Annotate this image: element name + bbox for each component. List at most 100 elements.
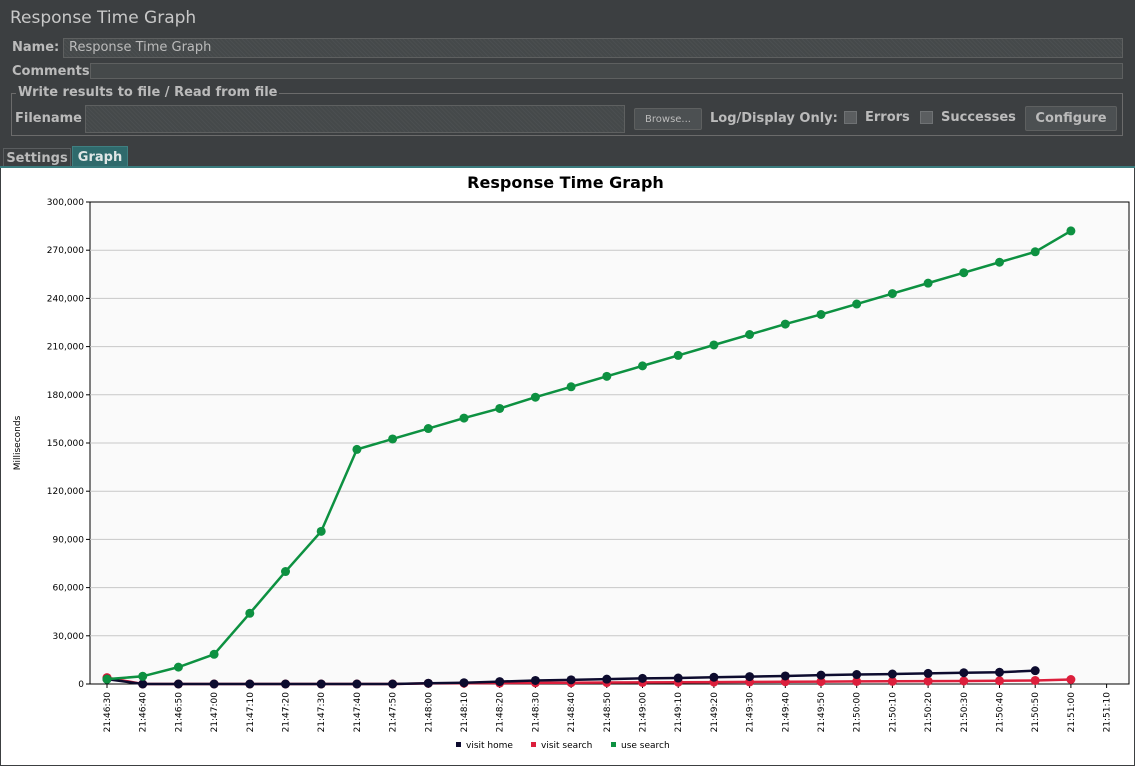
browse-button[interactable]: Browse... <box>634 108 702 130</box>
y-tick-label: 240,000 <box>47 294 84 304</box>
errors-checkbox[interactable]: Errors <box>844 110 910 125</box>
x-tick-label: 21:49:30 <box>746 692 756 733</box>
x-tick-label: 21:46:50 <box>174 692 184 733</box>
data-point-visit-home <box>495 677 505 687</box>
data-point-use-search <box>673 350 683 360</box>
comments-input[interactable] <box>90 63 1123 79</box>
legend-label-use-search: use search <box>621 741 670 751</box>
data-point-visit-home <box>352 679 362 689</box>
y-tick-label: 30,000 <box>53 632 85 642</box>
data-point-use-search <box>887 289 897 299</box>
data-point-use-search <box>709 340 719 350</box>
y-tick-label: 270,000 <box>47 246 84 256</box>
graph-panel: Response Time Graph 0 30,000 60,000 90,000 12… <box>1 168 1134 765</box>
x-tick-label: 21:46:30 <box>103 692 113 733</box>
name-label: Name: <box>12 40 60 55</box>
errors-label: Errors <box>865 110 910 125</box>
x-tick-label: 21:47:50 <box>389 692 399 733</box>
data-point-visit-home <box>138 679 148 689</box>
legend-swatch-visit-home <box>456 742 461 747</box>
x-tick-label: 21:51:00 <box>1067 692 1077 733</box>
data-point-visit-home <box>923 668 933 678</box>
tab-settings[interactable]: Settings <box>3 148 71 167</box>
data-point-visit-search <box>1030 675 1040 685</box>
data-point-visit-search <box>959 676 969 686</box>
response-time-chart: Response Time Graph 0 30,000 60,000 90,000 12… <box>13 173 1130 751</box>
x-tick-label: 21:46:40 <box>139 692 149 733</box>
data-point-visit-home <box>459 678 469 688</box>
data-point-use-search <box>959 268 969 278</box>
data-point-visit-home <box>709 672 719 682</box>
data-point-visit-home <box>852 670 862 680</box>
data-point-use-search <box>602 371 612 381</box>
x-tick-label: 21:47:00 <box>210 692 220 733</box>
name-input[interactable]: Response Time Graph <box>63 38 1123 58</box>
data-point-use-search <box>780 319 790 329</box>
data-point-visit-home <box>388 679 398 689</box>
data-point-use-search <box>281 567 290 577</box>
data-point-use-search <box>1066 226 1076 236</box>
configure-button[interactable]: Configure <box>1025 106 1117 131</box>
x-tick-label: 21:50:50 <box>1031 692 1041 733</box>
successes-checkbox-box[interactable] <box>920 111 933 124</box>
data-point-use-search <box>209 649 219 659</box>
data-point-visit-home <box>281 679 290 689</box>
successes-label: Successes <box>941 110 1016 125</box>
x-tick-label: 21:51:10 <box>1103 692 1113 733</box>
x-tick-label: 21:49:10 <box>674 692 684 733</box>
x-tick-label: 21:47:30 <box>317 692 327 733</box>
data-point-use-search <box>530 392 540 402</box>
x-tick-label: 21:47:40 <box>353 692 363 733</box>
y-tick-label: 210,000 <box>47 343 84 353</box>
y-tick-label: 180,000 <box>47 391 84 401</box>
filename-label: Filename <box>15 111 82 126</box>
data-point-visit-home <box>995 667 1004 677</box>
x-tick-label: 21:49:50 <box>817 692 827 733</box>
data-point-use-search <box>745 330 755 340</box>
x-tick-label: 21:49:40 <box>781 692 791 733</box>
data-point-visit-home <box>780 671 790 681</box>
data-point-visit-search <box>995 676 1004 686</box>
data-point-visit-home <box>245 679 255 689</box>
x-tick-label: 21:48:20 <box>496 692 506 733</box>
legend-swatch-use-search <box>611 742 616 747</box>
file-group-title: Write results to file / Read from file <box>16 85 280 100</box>
legend-label-visit-search: visit search <box>541 741 592 751</box>
x-tick-label: 21:48:10 <box>460 692 470 733</box>
comments-label: Comments: <box>12 64 95 79</box>
data-point-visit-search <box>1066 675 1076 685</box>
window-title: Response Time Graph <box>10 8 197 28</box>
data-point-visit-home <box>1030 666 1040 676</box>
x-tick-label: 21:49:00 <box>639 692 649 733</box>
data-point-use-search <box>459 413 469 423</box>
x-tick-label: 21:48:00 <box>424 692 434 733</box>
name-row: Name: Response Time Graph <box>10 36 1126 60</box>
data-point-use-search <box>245 608 255 618</box>
errors-checkbox-box[interactable] <box>844 111 857 124</box>
successes-checkbox[interactable]: Successes <box>920 110 1016 125</box>
data-point-use-search <box>173 662 183 672</box>
data-point-use-search <box>352 444 362 454</box>
data-point-use-search <box>1030 247 1040 257</box>
data-point-use-search <box>138 671 148 681</box>
data-point-visit-home <box>209 679 219 689</box>
data-point-use-search <box>102 674 112 684</box>
legend-label-visit-home: visit home <box>466 741 513 751</box>
data-point-visit-home <box>816 670 826 680</box>
data-point-visit-home <box>423 678 433 688</box>
tab-graph[interactable]: Graph <box>72 146 128 167</box>
filename-input[interactable] <box>85 105 625 133</box>
y-axis-label: Milliseconds <box>13 415 23 470</box>
legend-swatch-visit-search <box>531 742 536 747</box>
x-tick-label: 21:47:10 <box>246 692 256 733</box>
comments-row: Comments: <box>10 62 1126 80</box>
data-point-visit-home <box>316 679 326 689</box>
data-point-use-search <box>388 434 398 444</box>
data-point-visit-home <box>566 675 576 685</box>
tab-bar: Settings Graph <box>0 146 1135 167</box>
data-point-visit-home <box>745 672 755 682</box>
y-tick-label: 60,000 <box>53 584 85 594</box>
x-tick-label: 21:50:40 <box>996 692 1006 733</box>
data-point-use-search <box>495 403 505 413</box>
log-display-label: Log/Display Only: <box>710 111 838 126</box>
